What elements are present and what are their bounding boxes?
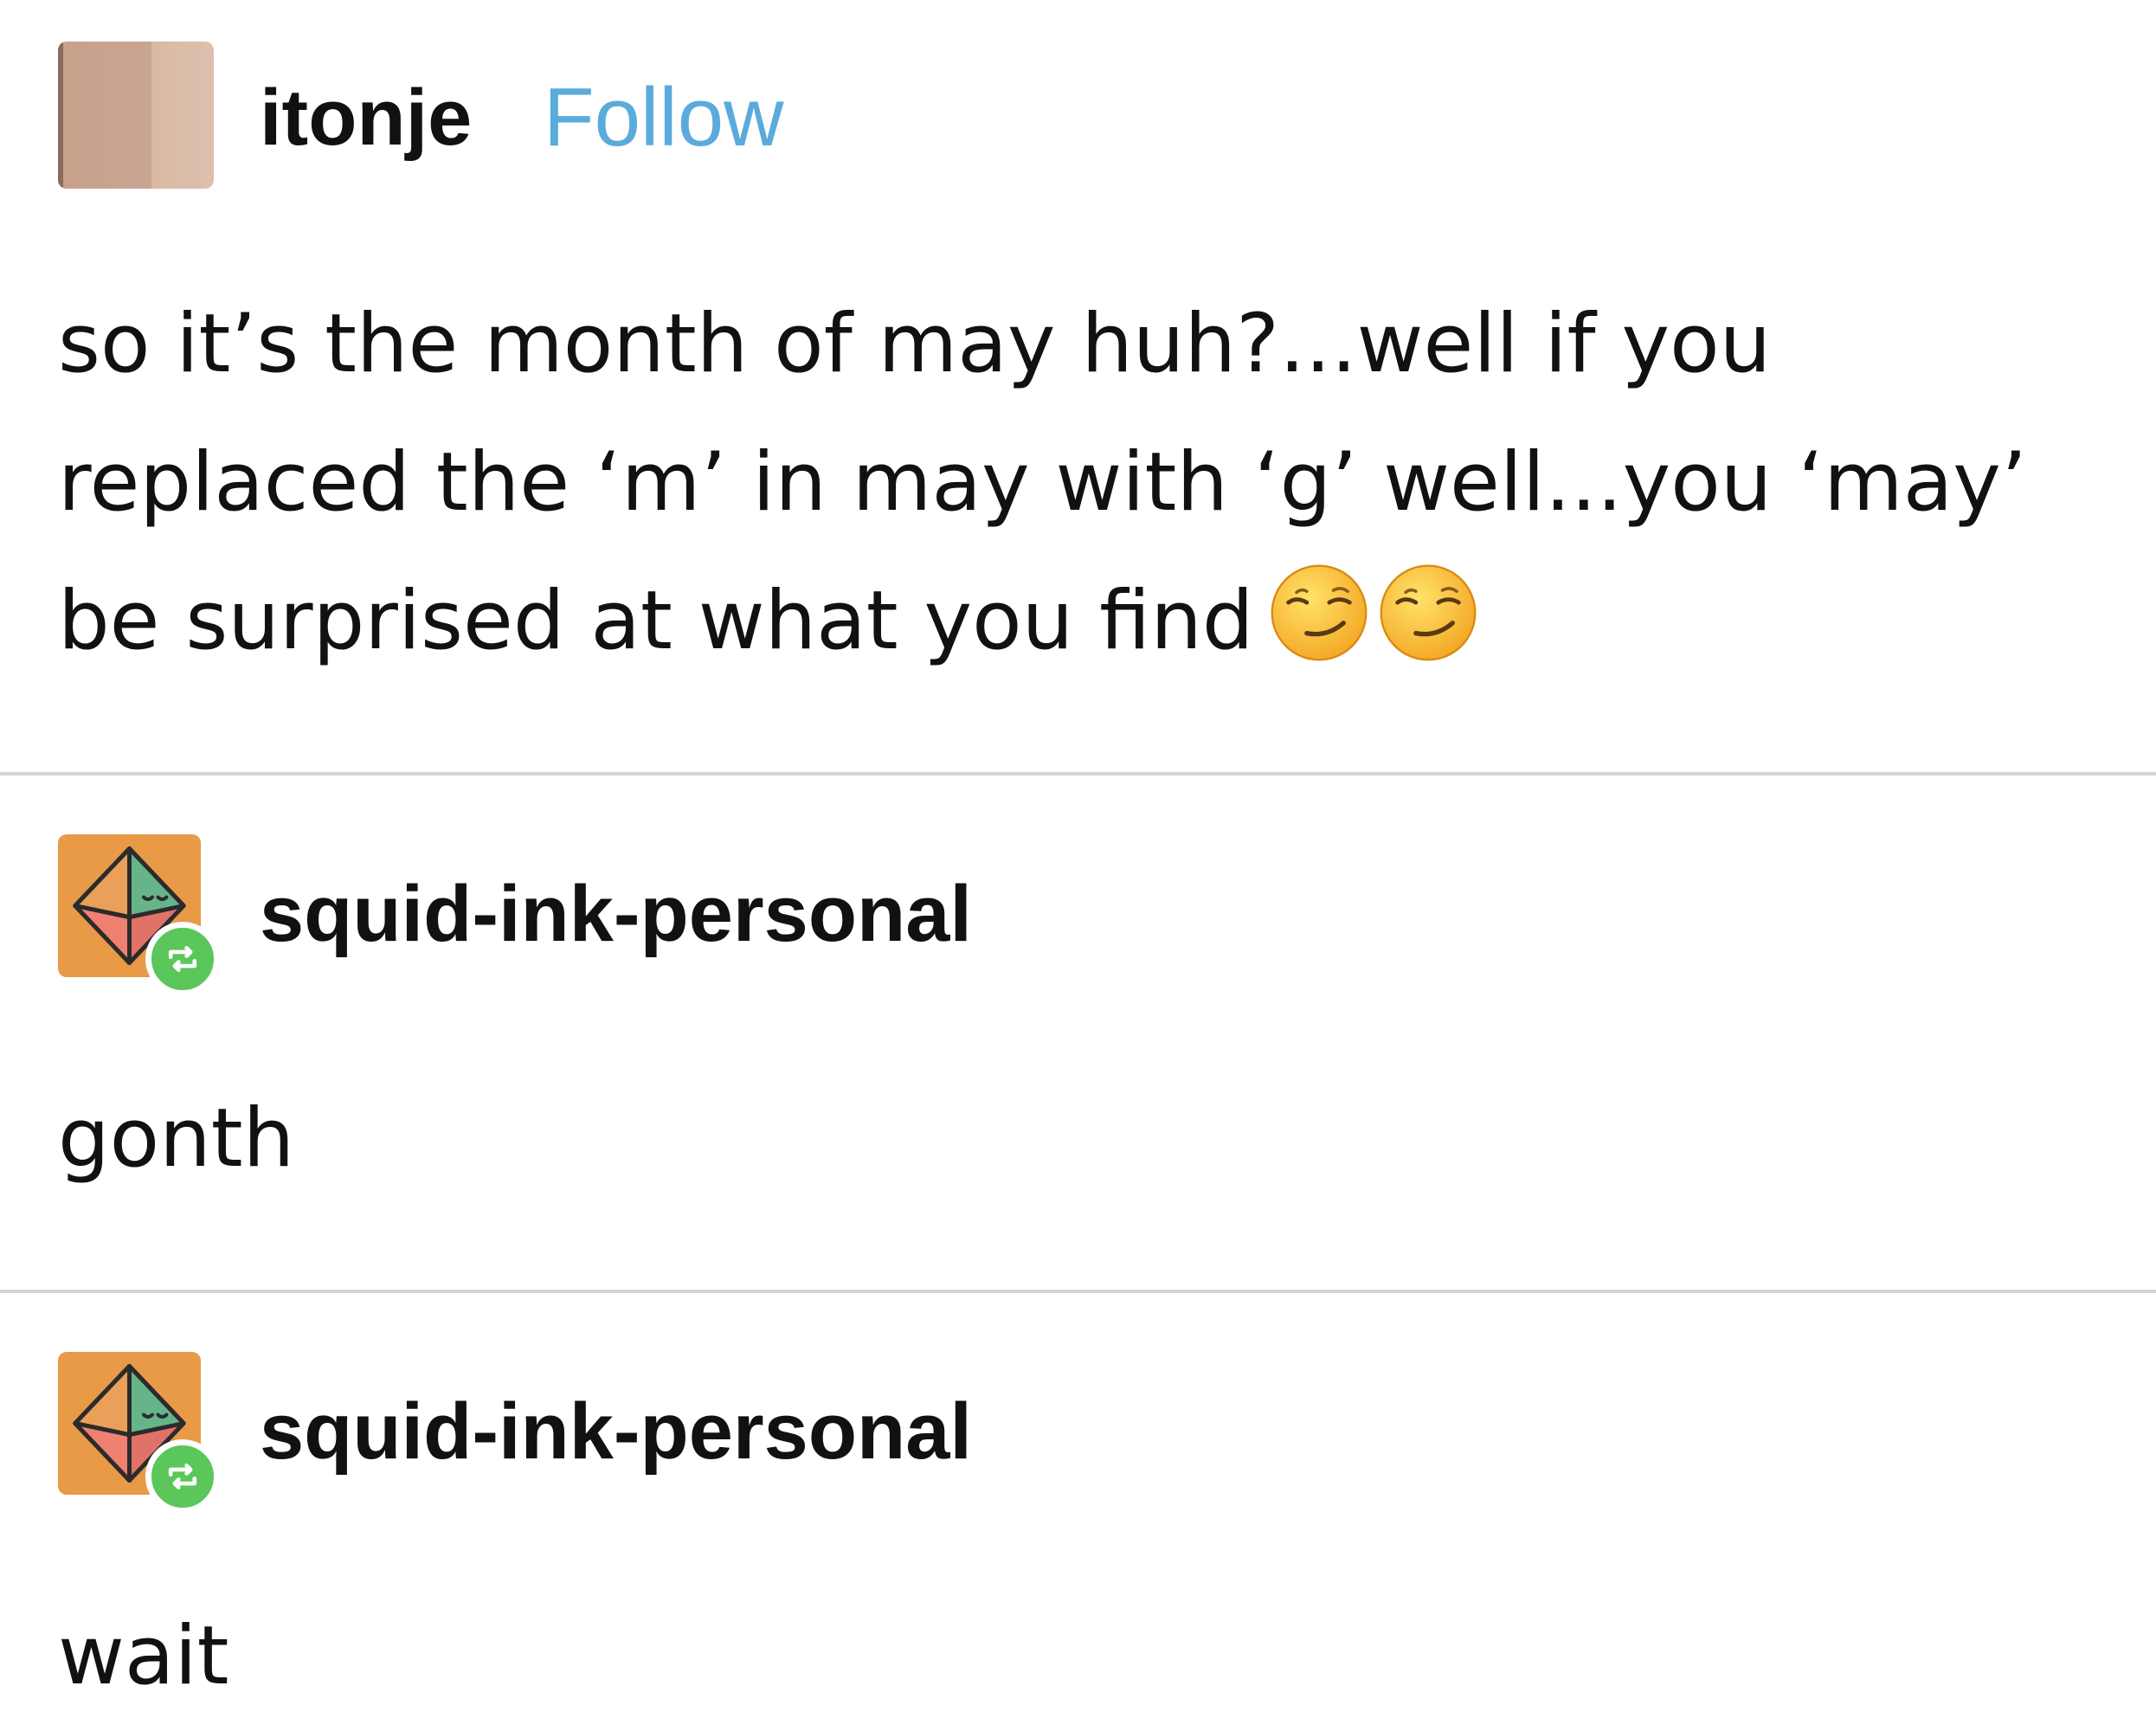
avatar[interactable] — [58, 1352, 220, 1514]
reblog-text: gonth — [58, 1091, 295, 1186]
reblog-entry: squid-ink-personal wait — [0, 1293, 2156, 1731]
post-body-line-text: be surprised at what you find — [58, 574, 1254, 668]
original-post: itonje Follow so it’s the month of may h… — [0, 0, 2156, 770]
reblog-icon — [168, 1464, 197, 1490]
avatar[interactable] — [58, 834, 220, 996]
reblog-username[interactable]: squid-ink-personal — [260, 1392, 972, 1471]
reblog-badge — [145, 922, 220, 996]
post-author-username[interactable]: itonje — [260, 78, 472, 158]
reblog-entry: squid-ink-personal gonth — [0, 775, 2156, 1290]
follow-button[interactable]: Follow — [544, 76, 783, 159]
post-body-line: so it’s the month of may huh?...well if … — [58, 297, 1772, 391]
avatar[interactable] — [58, 42, 214, 189]
reblog-username[interactable]: squid-ink-personal — [260, 874, 972, 954]
smirking-face-emoji — [1380, 564, 1477, 661]
smirking-face-emoji — [1271, 564, 1368, 661]
post-body: so it’s the month of may huh?...well if … — [58, 275, 2027, 691]
reblog-icon — [168, 946, 197, 972]
reblog-badge — [145, 1439, 220, 1514]
post-body-line-with-emoji: be surprised at what you find — [58, 552, 2027, 691]
post-body-line: replaced the ‘m’ in may with ‘g’ well...… — [58, 435, 2027, 530]
reblog-text: wait — [58, 1609, 229, 1703]
